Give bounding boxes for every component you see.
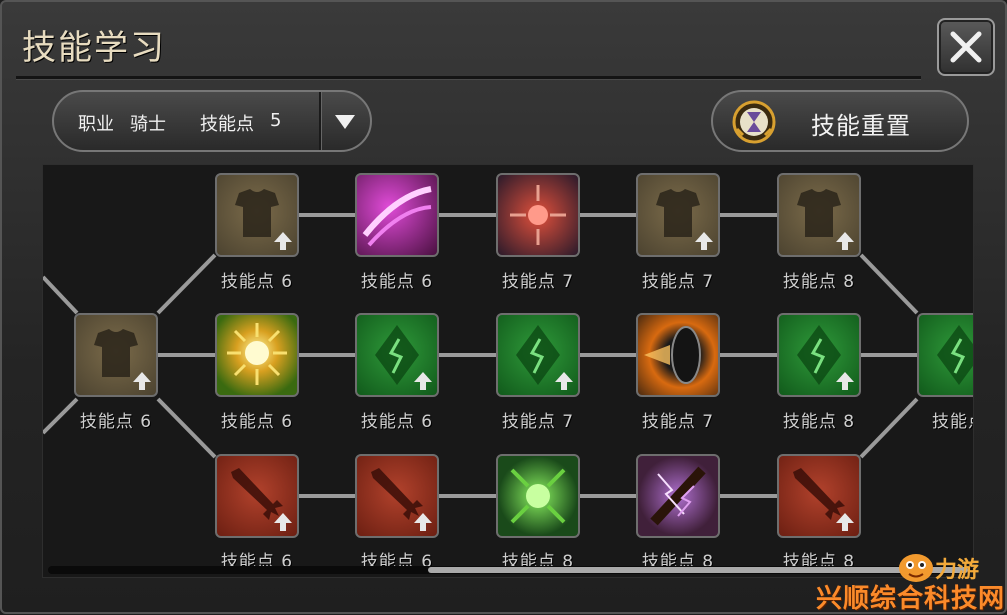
skill-node-sword[interactable] xyxy=(355,454,439,538)
purple-slash-icon xyxy=(362,186,432,247)
skill-cost: 技能点 8 xyxy=(782,412,856,432)
skill-points-value: 5 xyxy=(270,110,282,131)
skill-cost: 技能点 xyxy=(932,412,973,432)
sunburst-icon xyxy=(227,323,287,385)
chevron-down-icon[interactable] xyxy=(334,114,356,130)
skill-node-poison-burst[interactable] xyxy=(496,454,580,538)
skill-node-sunburst[interactable] xyxy=(215,313,299,397)
skill-node-flame-shield[interactable] xyxy=(636,313,720,397)
title-divider xyxy=(16,76,921,80)
horizontal-scrollbar[interactable] xyxy=(48,566,972,574)
skill-node-armor[interactable] xyxy=(636,173,720,257)
watermark: 力游 兴顺综合科技网 xyxy=(816,550,1005,614)
skill-tree: 技能点 6 技能点 6 技能点 6 技能点 6 技能点 6 技能点 6 技能点 … xyxy=(42,164,974,578)
skill-node-armor[interactable] xyxy=(215,173,299,257)
upgrade-arrow-icon xyxy=(274,232,292,250)
hourglass-emblem-icon xyxy=(732,100,776,144)
crimson-burst-icon xyxy=(510,185,566,245)
skill-cost: 技能点 8 xyxy=(782,272,856,292)
skill-points-label: 技能点 xyxy=(200,114,254,135)
skill-node-sword[interactable] xyxy=(777,454,861,538)
skill-cost: 技能点 6 xyxy=(360,412,434,432)
class-value: 骑士 xyxy=(130,114,166,135)
upgrade-arrow-icon xyxy=(836,232,854,250)
class-label: 职业 xyxy=(78,114,114,135)
skill-node-green-rune[interactable] xyxy=(355,313,439,397)
skill-node-crimson-burst[interactable] xyxy=(496,173,580,257)
watermark-site-name: 兴顺综合科技网 xyxy=(815,584,1005,614)
skill-node-armor[interactable] xyxy=(777,173,861,257)
skill-cost: 技能点 7 xyxy=(501,412,575,432)
skill-reset-label: 技能重置 xyxy=(811,112,911,140)
skill-learning-window: 技能学习 职业 骑士 技能点 5 技能重置 技能点 6 技能点 6 技能点 6 … xyxy=(0,0,1007,614)
window-title: 技能学习 xyxy=(22,28,166,68)
skill-cost: 技能点 7 xyxy=(501,272,575,292)
class-dropdown[interactable]: 职业 骑士 技能点 5 xyxy=(52,90,372,152)
skill-node-green-rune[interactable] xyxy=(777,313,861,397)
upgrade-arrow-icon xyxy=(836,372,854,390)
flame-shield-icon xyxy=(644,326,701,384)
upgrade-arrow-icon xyxy=(836,513,854,531)
skill-node-lightning-blade[interactable] xyxy=(636,454,720,538)
upgrade-arrow-icon xyxy=(695,232,713,250)
upgrade-arrow-icon xyxy=(414,513,432,531)
upgrade-arrow-icon xyxy=(133,372,151,390)
skill-reset-button[interactable]: 技能重置 xyxy=(711,90,969,152)
close-button[interactable] xyxy=(937,18,995,76)
skill-cost: 技能点 7 xyxy=(641,272,715,292)
upgrade-arrow-icon xyxy=(274,513,292,531)
skill-cost: 技能点 6 xyxy=(360,272,434,292)
green-rune-icon xyxy=(937,325,973,385)
dropdown-divider xyxy=(319,92,322,150)
skill-cost: 技能点 6 xyxy=(220,272,294,292)
skill-cost: 技能点 6 xyxy=(79,412,153,432)
skill-node-purple-slash[interactable] xyxy=(355,173,439,257)
skill-node-armor[interactable] xyxy=(74,313,158,397)
upgrade-arrow-icon xyxy=(555,372,573,390)
upgrade-arrow-icon xyxy=(414,372,432,390)
skill-cost: 技能点 6 xyxy=(220,412,294,432)
skill-node-green-rune[interactable] xyxy=(496,313,580,397)
skill-cost: 技能点 7 xyxy=(641,412,715,432)
close-icon xyxy=(950,31,982,63)
skill-node-green-rune[interactable] xyxy=(917,313,973,397)
skill-node-sword[interactable] xyxy=(215,454,299,538)
lightning-blade-icon xyxy=(650,466,706,526)
poison-burst-icon xyxy=(510,468,566,524)
